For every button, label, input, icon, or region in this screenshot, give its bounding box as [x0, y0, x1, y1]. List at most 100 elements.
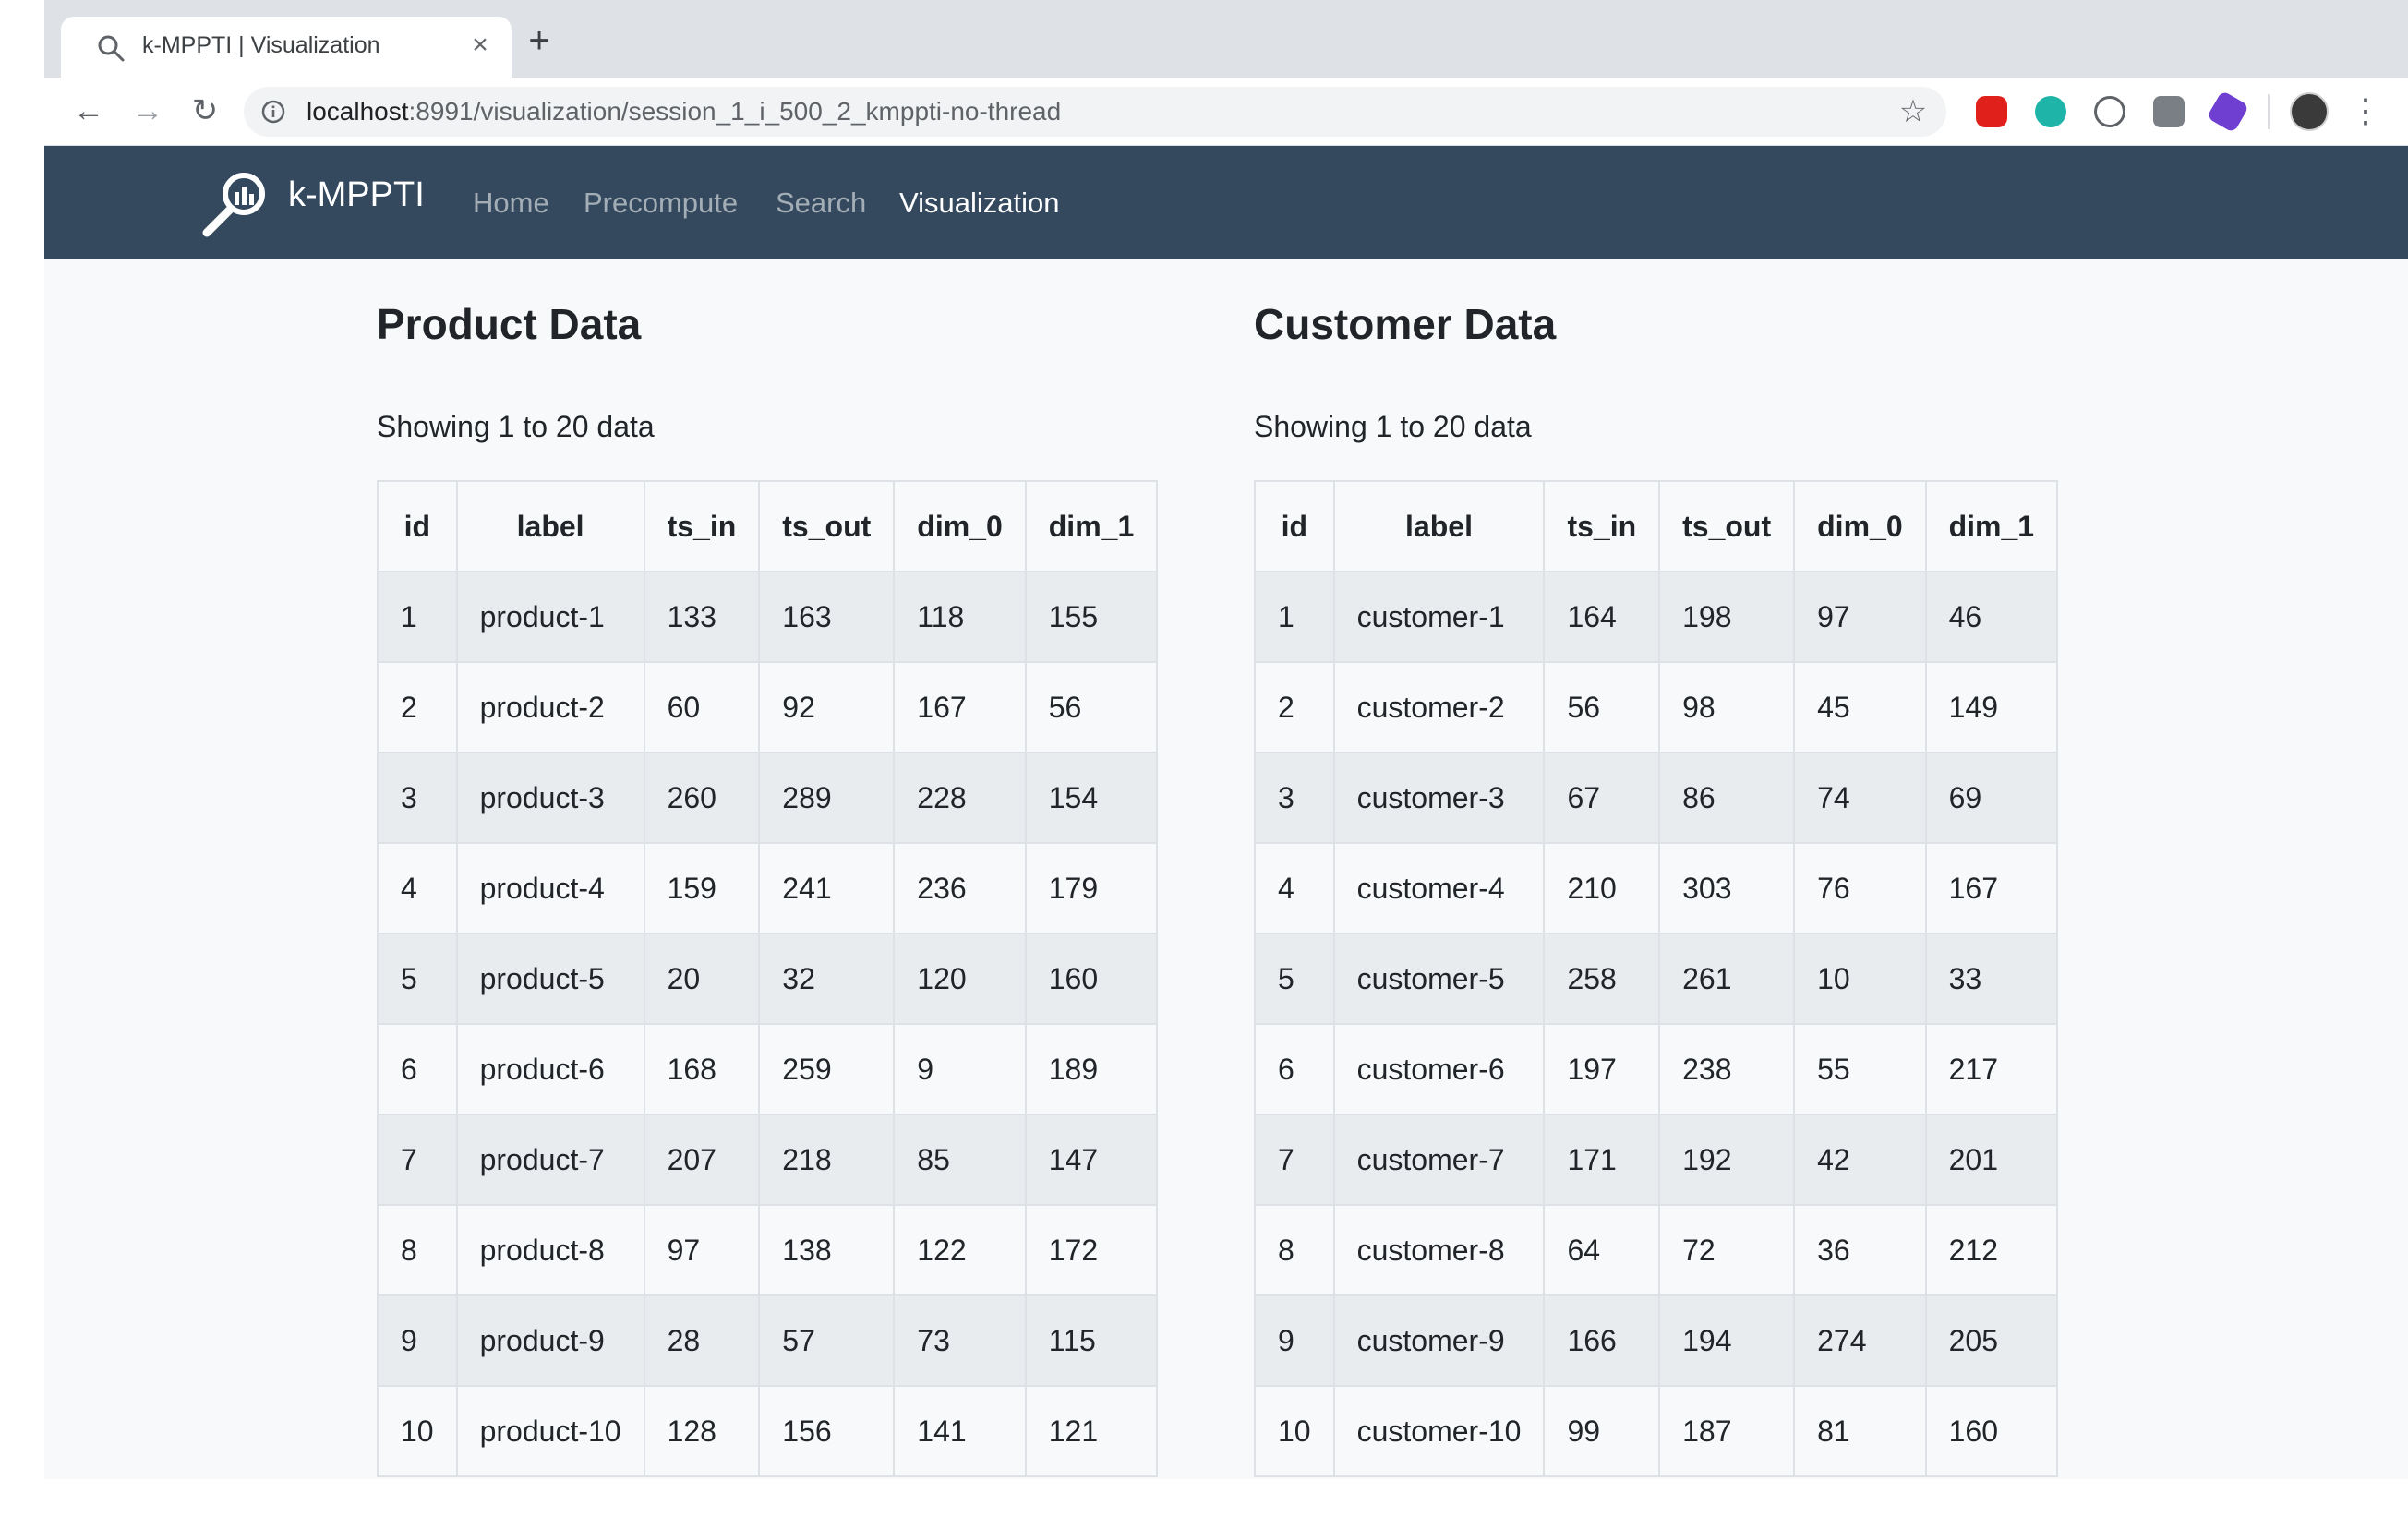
table-cell: 155	[1024, 571, 1159, 663]
table-cell: 122	[893, 1204, 1027, 1296]
table-cell: 261	[1658, 933, 1796, 1025]
table-row: 8 product-8 97 138 122 172	[377, 1204, 1159, 1296]
table-cell: 166	[1543, 1294, 1661, 1387]
table-cell: 236	[893, 842, 1027, 934]
table-row: 9 product-9 28 57 73 115	[377, 1294, 1159, 1387]
table-cell: 2	[377, 661, 458, 753]
table-cell: 168	[643, 1023, 761, 1115]
column-header-id[interactable]: id	[1254, 480, 1335, 572]
table-cell: product-7	[455, 1114, 645, 1206]
table-cell: 238	[1658, 1023, 1796, 1115]
url-host: localhost	[307, 97, 409, 126]
table-cell: product-5	[455, 933, 645, 1025]
column-header-dim-1[interactable]: dim_1	[1924, 480, 2059, 572]
table-cell: 74	[1793, 752, 1927, 844]
table-cell: 201	[1924, 1114, 2059, 1206]
brand-name[interactable]: k-MPPTI	[288, 175, 425, 215]
bookmark-star-icon[interactable]: ☆	[1896, 95, 1930, 128]
table-cell: 5	[377, 933, 458, 1025]
table-cell: customer-4	[1332, 842, 1546, 934]
table-cell: 76	[1793, 842, 1927, 934]
forward-icon[interactable]: →	[127, 90, 168, 131]
new-tab-button[interactable]: +	[521, 22, 558, 61]
mint-extension-icon[interactable]	[2035, 96, 2066, 127]
column-header-ts-out[interactable]: ts_out	[758, 480, 896, 572]
table-cell: product-2	[455, 661, 645, 753]
table-cell: 4	[1254, 842, 1335, 934]
table-cell: 6	[377, 1023, 458, 1115]
column-header-dim-0[interactable]: dim_0	[893, 480, 1027, 572]
table-cell: 5	[1254, 933, 1335, 1025]
table-cell: 32	[758, 933, 896, 1025]
nav-link-home[interactable]: Home	[473, 187, 549, 220]
profile-avatar[interactable]	[2290, 92, 2329, 131]
nav-link-precompute[interactable]: Precompute	[584, 187, 738, 220]
table-cell: 57	[758, 1294, 896, 1387]
url-text: localhost:8991/visualization/session_1_i…	[307, 97, 1061, 126]
ublock-extension-icon[interactable]	[1976, 96, 2007, 127]
back-icon[interactable]: ←	[68, 90, 109, 131]
nav-link-visualization[interactable]: Visualization	[899, 187, 1059, 220]
table-cell: 163	[758, 571, 896, 663]
table-cell: customer-1	[1332, 571, 1546, 663]
product-table-header: id label ts_in ts_out dim_0 dim_1	[377, 480, 1159, 572]
table-cell: 28	[643, 1294, 761, 1387]
table-cell: 3	[1254, 752, 1335, 844]
reload-icon[interactable]: ↻	[185, 90, 225, 131]
product-showing-text: Showing 1 to 20 data	[377, 410, 655, 443]
table-cell: 187	[1658, 1385, 1796, 1477]
table-row: 6 product-6 168 259 9 189	[377, 1023, 1159, 1115]
column-header-id[interactable]: id	[377, 480, 458, 572]
table-row: 1 product-1 133 163 118 155	[377, 571, 1159, 663]
table-cell: 99	[1543, 1385, 1661, 1477]
table-cell: 2	[1254, 661, 1335, 753]
table-cell: 56	[1543, 661, 1661, 753]
customer-showing-text: Showing 1 to 20 data	[1254, 410, 1532, 443]
table-cell: 192	[1658, 1114, 1796, 1206]
line-extension-icon[interactable]	[2153, 96, 2185, 127]
table-row: 10 product-10 128 156 141 121	[377, 1385, 1159, 1477]
table-cell: product-1	[455, 571, 645, 663]
table-cell: 289	[758, 752, 896, 844]
table-cell: 274	[1793, 1294, 1927, 1387]
table-cell: 120	[893, 933, 1027, 1025]
more-menu-icon[interactable]: ⋮	[2349, 90, 2382, 131]
column-header-label[interactable]: label	[455, 480, 645, 572]
table-cell: 212	[1924, 1204, 2059, 1296]
address-bar[interactable]: localhost:8991/visualization/session_1_i…	[244, 87, 1946, 137]
table-cell: 160	[1924, 1385, 2059, 1477]
table-cell: customer-2	[1332, 661, 1546, 753]
close-icon[interactable]: ×	[464, 29, 497, 62]
table-cell: 55	[1793, 1023, 1927, 1115]
table-cell: 258	[1543, 933, 1661, 1025]
table-row: 7 customer-7 171 192 42 201	[1254, 1114, 2059, 1206]
column-header-label[interactable]: label	[1332, 480, 1546, 572]
column-header-ts-in[interactable]: ts_in	[643, 480, 761, 572]
table-cell: 115	[1024, 1294, 1159, 1387]
table-cell: 4	[377, 842, 458, 934]
table-cell: 46	[1924, 571, 2059, 663]
column-header-ts-out[interactable]: ts_out	[1658, 480, 1796, 572]
column-header-dim-0[interactable]: dim_0	[1793, 480, 1927, 572]
table-cell: product-6	[455, 1023, 645, 1115]
main-content: Product Data Showing 1 to 20 data id labe…	[44, 259, 2408, 1479]
table-cell: 36	[1793, 1204, 1927, 1296]
table-cell: 10	[377, 1385, 458, 1477]
magnifier-chart-logo-icon[interactable]	[199, 166, 273, 240]
browser-tab[interactable]: k-MPPTI | Visualization ×	[61, 17, 512, 78]
table-cell: 189	[1024, 1023, 1159, 1115]
cube-extension-icon[interactable]	[2206, 90, 2250, 134]
column-header-ts-in[interactable]: ts_in	[1543, 480, 1661, 572]
table-cell: 85	[893, 1114, 1027, 1206]
nav-link-search[interactable]: Search	[776, 187, 866, 220]
column-header-dim-1[interactable]: dim_1	[1024, 480, 1159, 572]
table-cell: 118	[893, 571, 1027, 663]
table-cell: 20	[643, 933, 761, 1025]
table-cell: 64	[1543, 1204, 1661, 1296]
url-path: :8991/visualization/session_1_i_500_2_km…	[408, 97, 1062, 126]
table-cell: 45	[1793, 661, 1927, 753]
table-cell: 7	[377, 1114, 458, 1206]
json-extension-icon[interactable]	[2094, 96, 2125, 127]
info-icon[interactable]	[260, 99, 286, 125]
product-table-body: 1 product-1 133 163 118 155 2 product-2 60 92 167 5…	[377, 571, 1159, 1477]
